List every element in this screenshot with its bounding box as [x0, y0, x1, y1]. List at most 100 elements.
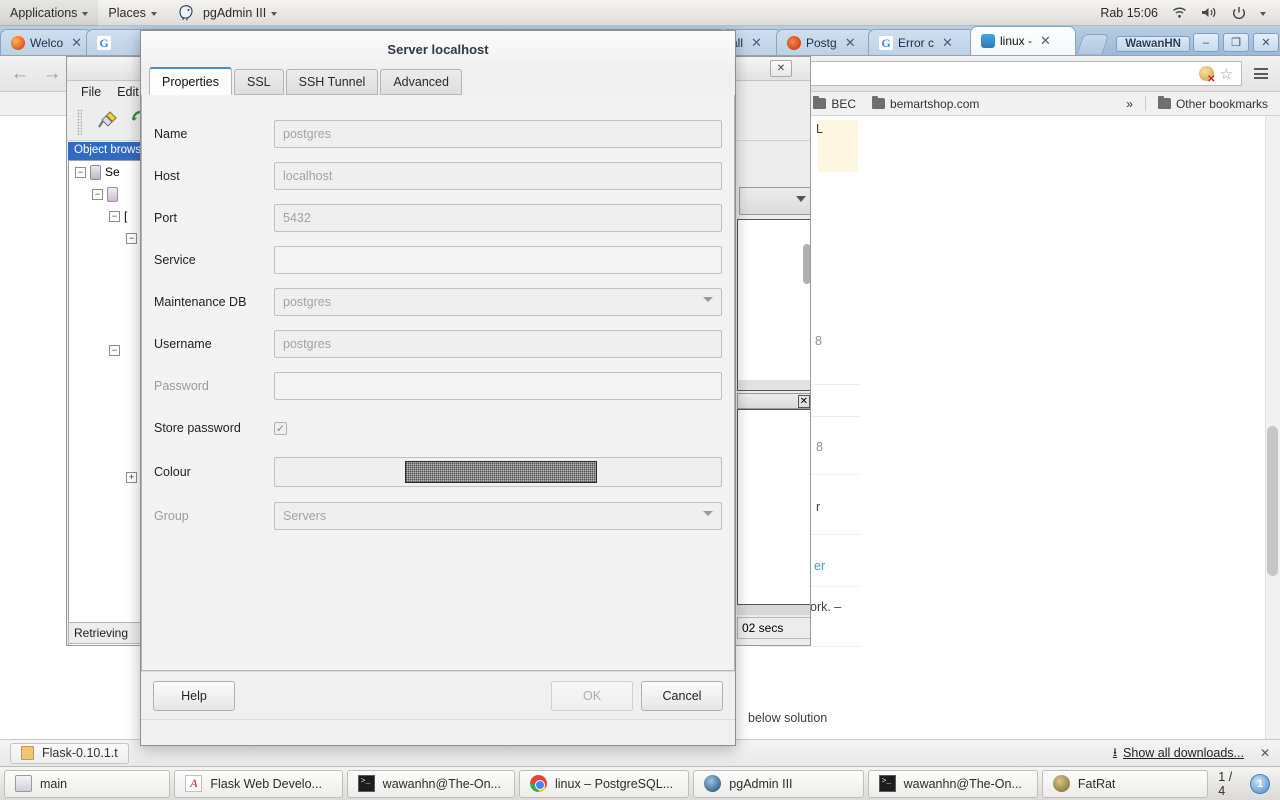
menu-edit[interactable]: Edit	[117, 85, 139, 99]
browser-tab-linux[interactable]: linux - ✕	[970, 26, 1076, 55]
chevron-down-icon	[82, 11, 89, 16]
username-input[interactable]	[274, 330, 722, 358]
page-scrollbar-thumb[interactable]	[1267, 426, 1278, 576]
browser-tab-label: Welco	[30, 35, 64, 50]
tab-properties[interactable]: Properties	[149, 67, 232, 95]
workspace-badge[interactable]: 1	[1250, 773, 1270, 794]
maintenance-db-combo[interactable]	[274, 288, 722, 316]
service-input[interactable]	[274, 246, 722, 274]
panel-menu-chevron-down-icon[interactable]	[1254, 0, 1272, 26]
taskbar-item-terminal-1[interactable]: wawanhn@The-On...	[346, 769, 515, 798]
chevron-down-icon[interactable]	[796, 196, 806, 202]
minimize-button[interactable]: –	[1193, 33, 1219, 52]
store-password-checkbox[interactable]: ✓	[274, 421, 287, 435]
collapse-icon[interactable]: −	[75, 166, 86, 178]
menu-file[interactable]: File	[81, 85, 101, 99]
folder-icon	[872, 95, 886, 109]
applications-menu-label: Applications	[10, 5, 78, 20]
active-app-label: pgAdmin III	[202, 5, 267, 20]
chevron-down-icon[interactable]	[703, 297, 713, 302]
browser-tab-welco[interactable]: Welco ✕	[0, 29, 92, 55]
page-link-er[interactable]: er	[814, 559, 825, 573]
ok-button[interactable]: OK	[551, 680, 633, 711]
rat-icon	[1052, 775, 1070, 792]
bookmarks-overflow-button[interactable]: »	[1120, 95, 1139, 113]
workspace-switcher[interactable]: 1 / 4 1	[1210, 770, 1278, 798]
taskbar-item-pgadmin[interactable]: pgAdmin III	[693, 769, 864, 798]
download-item[interactable]: Flask-0.10.1.t	[10, 742, 129, 764]
help-button[interactable]: Help	[153, 680, 235, 711]
volume-icon[interactable]	[1195, 0, 1224, 26]
close-icon[interactable]: ✕	[1040, 33, 1051, 49]
password-input[interactable]	[274, 372, 722, 400]
expand-icon[interactable]: +	[126, 471, 137, 483]
workspace-label: 1 / 4	[1218, 769, 1233, 798]
collapse-icon[interactable]: −	[109, 210, 120, 222]
colour-swatch[interactable]	[405, 461, 597, 483]
dialog-title: Server localhost	[141, 31, 735, 67]
taskbar-item-main[interactable]: main	[4, 769, 171, 798]
field-row-password: Password	[154, 365, 722, 407]
firefox-icon	[11, 35, 25, 50]
chrome-menu-icon[interactable]	[1250, 65, 1272, 82]
pane-horizontal-scrollbar[interactable]	[738, 380, 810, 390]
browser-tab-label: linux -	[1000, 34, 1033, 48]
sql-pane-scrollbar[interactable]	[737, 605, 810, 615]
wifi-icon[interactable]	[1166, 0, 1193, 26]
group-combo[interactable]	[274, 502, 722, 530]
cancel-button[interactable]: Cancel	[641, 680, 723, 711]
places-menu[interactable]: Places	[98, 0, 167, 26]
bookmark-folder-bec[interactable]: BEC	[807, 95, 862, 113]
connect-plug-icon[interactable]	[96, 108, 120, 135]
new-tab-button[interactable]	[1076, 34, 1110, 54]
collapse-icon[interactable]: −	[109, 344, 120, 356]
close-icon[interactable]: ✕	[942, 35, 953, 51]
bookmark-star-icon[interactable]: ☆	[1220, 65, 1233, 83]
collapse-icon[interactable]: −	[92, 188, 103, 200]
show-all-downloads-link[interactable]: ⭳ Show all downloads...	[1113, 743, 1244, 764]
port-input[interactable]	[274, 204, 722, 232]
restore-button[interactable]: ❐	[1223, 33, 1249, 52]
chevron-down-icon[interactable]	[703, 511, 713, 516]
close-icon[interactable]: ✕	[797, 395, 810, 408]
tab-label: Advanced	[393, 75, 449, 89]
panel-status-area: Rab 15:06	[1094, 0, 1280, 26]
pgadmin-close-button[interactable]: ✕	[770, 60, 792, 77]
download-arrow-icon: ⭳	[1112, 744, 1118, 759]
browser-tab-error[interactable]: G Error c ✕	[868, 29, 976, 55]
close-icon[interactable]: ✕	[751, 35, 762, 51]
database-icon	[107, 186, 118, 202]
active-app-menu[interactable]: pgAdmin III	[167, 0, 287, 26]
taskbar-item-flask-pdf[interactable]: Flask Web Develo...	[174, 769, 343, 798]
password-label: Password	[154, 379, 209, 393]
taskbar-item-chrome[interactable]: linux – PostgreSQL...	[519, 769, 690, 798]
taskbar-item-terminal-2[interactable]: wawanhn@The-On...	[867, 769, 1038, 798]
toolbar-grip[interactable]	[77, 108, 82, 135]
name-input[interactable]	[274, 120, 722, 148]
power-icon[interactable]	[1226, 0, 1252, 26]
tab-ssh-tunnel[interactable]: SSH Tunnel	[285, 69, 379, 95]
tab-advanced[interactable]: Advanced	[380, 69, 462, 95]
close-downloads-bar-icon[interactable]: ✕	[1260, 746, 1270, 760]
colour-picker[interactable]	[274, 457, 722, 487]
panel-clock[interactable]: Rab 15:06	[1094, 0, 1164, 26]
close-button[interactable]: ✕	[1253, 33, 1279, 52]
username-label: Username	[154, 337, 212, 351]
tab-ssl[interactable]: SSL	[233, 69, 284, 95]
bookmark-folder-bemartshop[interactable]: bemartshop.com	[866, 95, 985, 113]
back-icon[interactable]: ←	[8, 63, 32, 85]
close-icon[interactable]: ✕	[845, 35, 856, 51]
cookie-blocked-icon[interactable]	[1198, 66, 1216, 85]
tree-node-label: [	[124, 209, 128, 223]
forward-icon[interactable]: →	[40, 63, 64, 85]
folder-icon	[813, 95, 827, 109]
collapse-icon[interactable]: −	[126, 232, 137, 244]
host-input[interactable]	[274, 162, 722, 190]
bookmark-folder-other[interactable]: Other bookmarks	[1152, 95, 1274, 113]
taskbar-item-fatrat[interactable]: FatRat	[1041, 769, 1209, 798]
browser-tab-postgres[interactable]: Postg ✕	[776, 29, 874, 55]
page-scrollbar[interactable]	[1265, 116, 1280, 739]
pane-scrollbar-thumb[interactable]	[803, 244, 810, 284]
close-icon[interactable]: ✕	[71, 35, 82, 51]
applications-menu[interactable]: Applications	[0, 0, 99, 26]
